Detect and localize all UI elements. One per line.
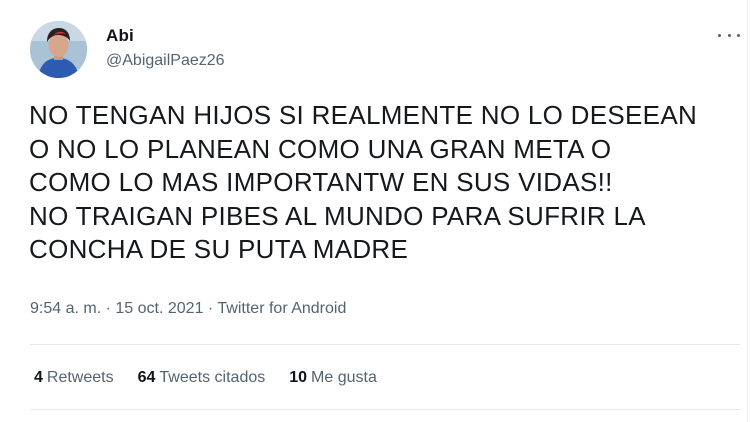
retweets-label: Retweets xyxy=(46,369,114,386)
tweet-metadata: 9:54 a. m. · 15 oct. 2021 · Twitter for … xyxy=(30,300,346,318)
divider xyxy=(30,409,740,410)
display-name[interactable]: Abi xyxy=(106,26,134,46)
tweet-text-line: NO TENGAN HIJOS SI REALMENTE NO LO DESEE… xyxy=(29,100,698,130)
more-options-icon[interactable] xyxy=(718,26,740,44)
more-dot xyxy=(727,33,731,37)
tweet-text-line: O NO LO PLANEAN COMO UNA GRAN META O xyxy=(29,133,612,164)
retweets-stat[interactable]: 4 Retweets xyxy=(34,369,114,387)
tweet-card: Abi @AbigailPaez26 NO TENGAN HIJOS SI RE… xyxy=(0,0,748,422)
user-handle[interactable]: @AbigailPaez26 xyxy=(106,52,225,70)
meta-separator: · xyxy=(105,300,116,317)
tweet-source[interactable]: Twitter for Android xyxy=(217,300,346,317)
retweets-count: 4 xyxy=(34,369,43,386)
quote-tweets-count: 64 xyxy=(137,369,156,386)
tweet-text-line: COMO LO MAS IMPORTANTW EN SUS VIDAS!! xyxy=(29,167,613,197)
quote-tweets-label: Tweets citados xyxy=(159,369,266,386)
tweet-date[interactable]: 15 oct. 2021 xyxy=(115,300,203,317)
more-dot xyxy=(718,33,721,37)
meta-separator: · xyxy=(207,300,218,317)
quote-tweets-stat[interactable]: 64 Tweets citados xyxy=(138,369,266,387)
likes-count: 10 xyxy=(289,369,308,386)
tweet-text-line: CONCHA DE SU PUTA MADRE xyxy=(29,234,409,264)
more-dot xyxy=(737,33,740,37)
avatar[interactable] xyxy=(30,21,87,78)
tweet-text: NO TENGAN HIJOS SI REALMENTE NO LO DESEE… xyxy=(29,99,739,267)
tweet-stats: 4 Retweets 64 Tweets citados 10 Me gusta xyxy=(34,369,377,387)
likes-label: Me gusta xyxy=(311,369,377,386)
tweet-text-line: NO TRAIGAN PIBES AL MUNDO PARA SUFRIR LA xyxy=(29,200,646,231)
divider xyxy=(30,344,740,345)
avatar-image xyxy=(30,21,87,78)
likes-stat[interactable]: 10 Me gusta xyxy=(289,369,377,387)
tweet-time[interactable]: 9:54 a. m. xyxy=(30,300,101,317)
